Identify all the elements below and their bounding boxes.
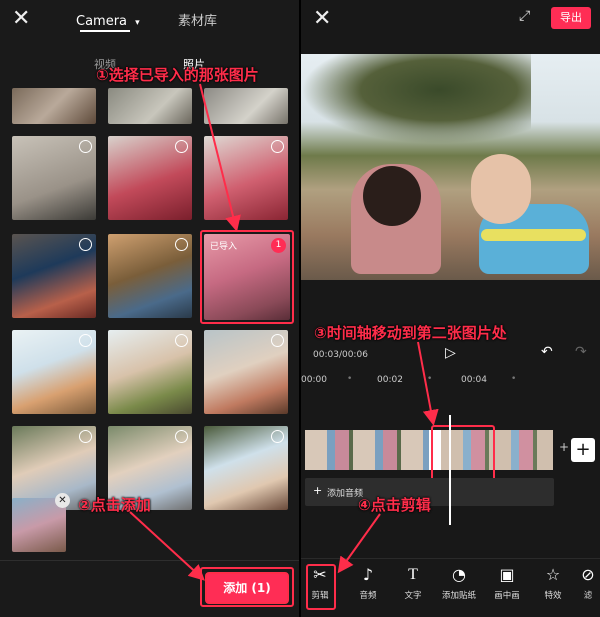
arrow-step2 <box>129 511 205 581</box>
arrow-step1 <box>199 83 241 232</box>
annotation-arrows <box>129 83 439 581</box>
arrow-step4 <box>337 513 381 574</box>
arrow-step3 <box>417 341 439 426</box>
